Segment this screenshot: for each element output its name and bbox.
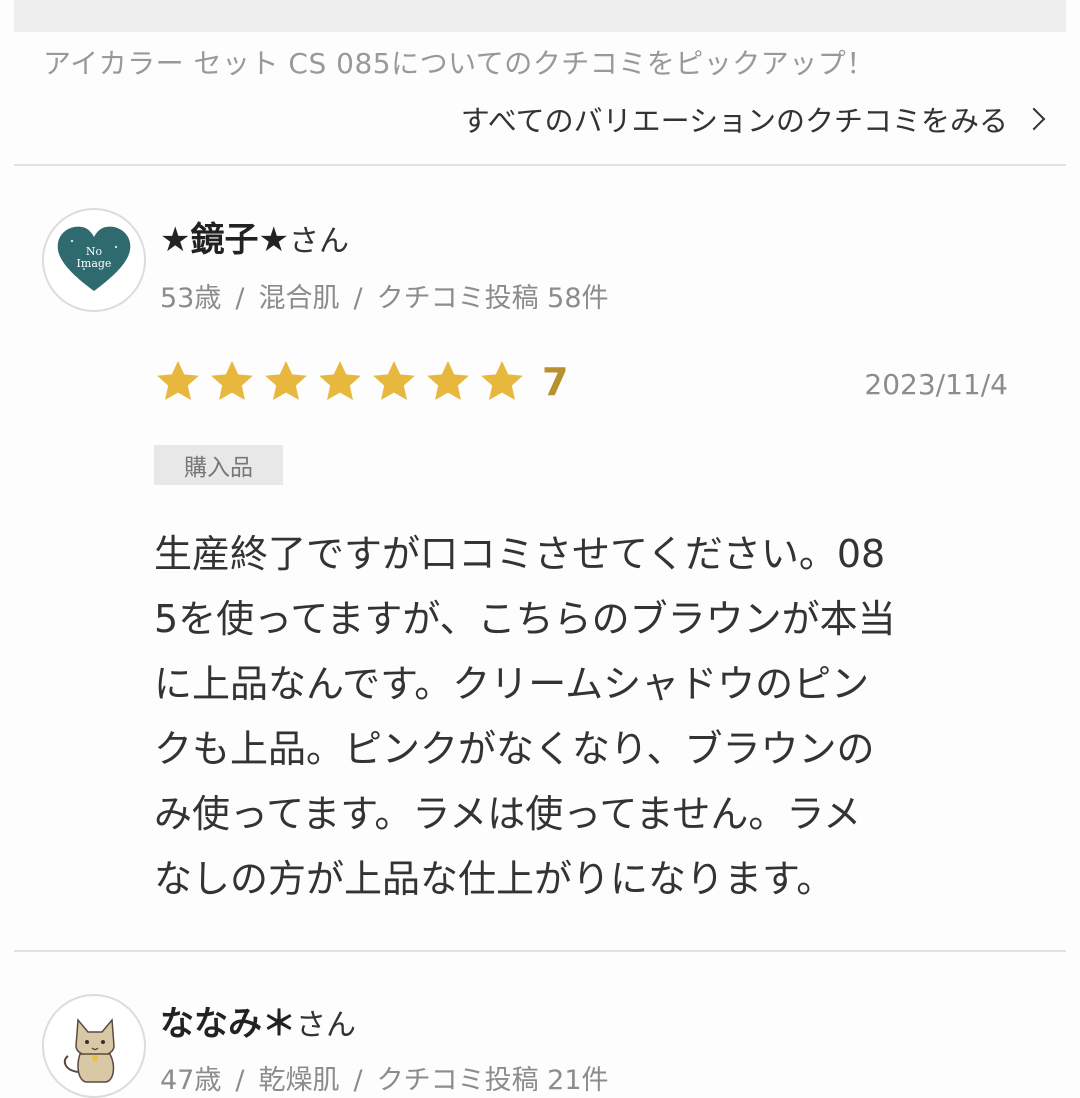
star-icon [481, 361, 523, 400]
review-line: に上品なんです。クリームシャドウのピン [154, 662, 870, 706]
no-image-heart-icon: No Image [57, 226, 131, 291]
chevron-right-icon [1022, 107, 1046, 131]
purchased-badge: 購入品 [154, 445, 283, 485]
avatar[interactable] [42, 994, 146, 1098]
reviewer-age: 47歳 [160, 1065, 222, 1096]
reviewer-name[interactable]: ★鏡子★さん [160, 212, 349, 261]
reviewer-skin-type: 乾燥肌 [258, 1065, 340, 1096]
reviewer-meta: 53歳 / 混合肌 / クチコミ投稿 58件 [160, 283, 609, 314]
top-bar [14, 0, 1066, 32]
reviewer-name-text: ななみ＊ [160, 1004, 296, 1044]
reviewer-meta: 47歳 / 乾燥肌 / クチコミ投稿 21件 [160, 1065, 609, 1096]
review-line: み使ってます。ラメは使ってません。ラメ [154, 792, 862, 836]
star-icon [265, 361, 307, 400]
avatar[interactable]: No Image [42, 208, 146, 312]
honorific: さん [288, 224, 349, 259]
star-icon [211, 361, 253, 400]
star-icon [427, 361, 469, 400]
review-body: 生産終了ですが口コミさせてください。08 5を使ってますが、こちらのブラウンが本… [154, 522, 984, 912]
review-line: クも上品。ピンクがなくなり、ブラウンの [154, 727, 875, 771]
cat-avatar-icon [63, 1018, 115, 1083]
honorific: さん [296, 1008, 356, 1043]
rating-number: 7 [542, 360, 569, 404]
avatar-text: Image [77, 257, 112, 270]
reviewer-name-text: ★鏡子★ [160, 220, 289, 260]
divider [14, 950, 1066, 952]
star-icon [319, 361, 361, 400]
review-line: なしの方が上品な仕上がりになります。 [154, 857, 835, 901]
rating-stars [154, 358, 532, 406]
review-line: 5を使ってますが、こちらのブラウンが本当 [154, 597, 896, 641]
reviewer-post-count: クチコミ投稿 21件 [376, 1065, 609, 1096]
review-date: 2023/11/4 [864, 368, 1008, 401]
rating: 7 [154, 358, 568, 406]
divider [14, 164, 1066, 166]
star-icon [157, 361, 199, 400]
all-variations-link[interactable]: すべてのバリエーションのクチコミをみる [461, 98, 1048, 140]
review-line: 生産終了ですが口コミさせてください。08 [154, 532, 886, 576]
reviewer-post-count: クチコミ投稿 58件 [376, 283, 609, 314]
star-icon [373, 361, 415, 400]
pickup-heading: アイカラー セット CS 085についてのクチコミをピックアップ！ [43, 47, 875, 80]
reviewer-age: 53歳 [160, 283, 222, 314]
reviewer-name[interactable]: ななみ＊さん [160, 996, 356, 1045]
reviewer-skin-type: 混合肌 [258, 283, 340, 314]
all-variations-label: すべてのバリエーションのクチコミをみる [460, 104, 1008, 138]
